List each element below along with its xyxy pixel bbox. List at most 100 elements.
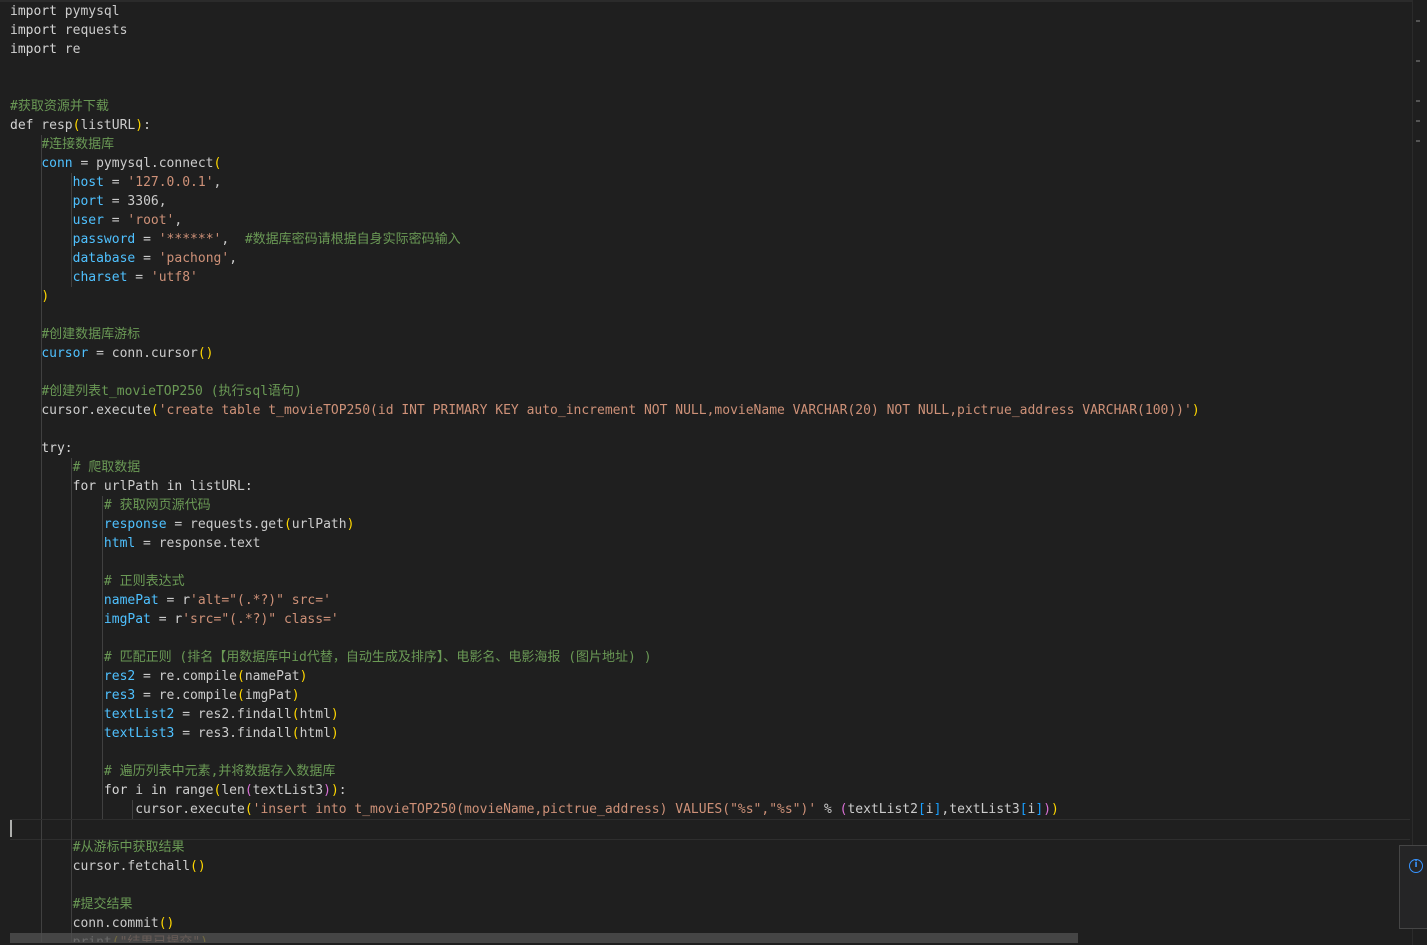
code-line[interactable]: #创建列表t_movieTOP250 (执行sql语句) — [10, 382, 1410, 401]
code-token: ) — [299, 669, 308, 684]
code-line[interactable]: # 爬取数据 — [10, 458, 1410, 477]
code-token: 'create table t_movieTOP250(id INT PRIMA… — [158, 403, 1192, 418]
indent-guide — [132, 800, 134, 819]
code-token: user — [72, 213, 104, 228]
indent-guide — [40, 135, 42, 154]
code-line[interactable]: cursor = conn.cursor() — [10, 344, 1410, 363]
horizontal-scrollbar-thumb[interactable] — [10, 933, 1078, 943]
code-token: i — [127, 783, 151, 798]
code-area[interactable]: import pymysql import requests import re #获… — [10, 2, 1410, 942]
code-line[interactable] — [10, 876, 1410, 895]
code-line[interactable]: #连接数据库 — [10, 135, 1410, 154]
code-token: i — [925, 802, 934, 817]
text-cursor — [10, 820, 12, 837]
code-line[interactable]: port = 3306, — [10, 192, 1410, 211]
code-line[interactable]: password = '******', #数据库密码请根据自身实际密码输入 — [10, 230, 1410, 249]
indent-guide — [71, 534, 73, 553]
code-token: #提交结果 — [72, 897, 133, 912]
code-line[interactable]: charset = 'utf8' — [10, 268, 1410, 287]
code-line[interactable] — [10, 743, 1410, 762]
code-line[interactable] — [10, 629, 1410, 648]
indent-guide — [71, 895, 73, 914]
indent-guide — [40, 458, 42, 477]
notification-panel[interactable]: i — [1399, 845, 1427, 929]
code-line[interactable]: # 匹配正则 (排名【用数据库中id代替，自动生成及排序】、电影名、电影海报 (… — [10, 648, 1410, 667]
current-line-highlight — [10, 819, 1410, 840]
code-line[interactable]: def resp(listURL): — [10, 116, 1410, 135]
code-line[interactable]: ) — [10, 287, 1410, 306]
code-token: # 匹配正则 (排名【用数据库中id代替，自动生成及排序】、电影名、电影海报 (… — [103, 650, 652, 665]
code-token: , — [213, 175, 222, 190]
code-token: ) — [323, 783, 331, 798]
code-line[interactable]: conn = pymysql.connect( — [10, 154, 1410, 173]
code-line[interactable]: cursor.execute('insert into t_movieTOP25… — [10, 800, 1410, 819]
code-token: ) — [291, 688, 300, 703]
code-line[interactable]: # 正则表达式 — [10, 572, 1410, 591]
code-token: # 正则表达式 — [103, 574, 185, 589]
code-line[interactable]: import re — [10, 40, 1410, 59]
code-line[interactable]: textList3 = res3.findall(html) — [10, 724, 1410, 743]
vertical-scrollbar[interactable] — [1412, 0, 1427, 945]
code-line[interactable]: cursor.execute('create table t_movieTOP2… — [10, 401, 1410, 420]
code-line[interactable]: import requests — [10, 21, 1410, 40]
code-token: ] — [1035, 802, 1044, 817]
code-line[interactable]: imgPat = r'src="(.*?)" class=' — [10, 610, 1410, 629]
code-line[interactable]: user = 'root', — [10, 211, 1410, 230]
code-line[interactable]: for urlPath in listURL: — [10, 477, 1410, 496]
code-line[interactable]: #获取资源并下载 — [10, 97, 1410, 116]
code-line[interactable] — [10, 59, 1410, 78]
indent-guide — [71, 268, 73, 287]
code-line[interactable] — [10, 420, 1410, 439]
code-token: import — [10, 42, 57, 57]
code-token: ( — [244, 802, 253, 817]
code-line[interactable]: # 遍历列表中元素,并将数据存入数据库 — [10, 762, 1410, 781]
code-line[interactable]: #从游标中获取结果 — [10, 838, 1410, 857]
code-line[interactable]: res2 = re.compile(namePat) — [10, 667, 1410, 686]
code-line[interactable] — [10, 363, 1410, 382]
indent-guide — [40, 515, 42, 534]
indent-guide — [40, 192, 42, 211]
code-line[interactable] — [10, 553, 1410, 572]
code-line[interactable]: #提交结果 — [10, 895, 1410, 914]
indent-guide — [101, 800, 103, 819]
code-line[interactable]: #创建数据库游标 — [10, 325, 1410, 344]
code-line[interactable]: response = requests.get(urlPath) — [10, 515, 1410, 534]
indent-guide — [71, 914, 73, 933]
code-line[interactable] — [10, 306, 1410, 325]
code-line[interactable]: database = 'pachong', — [10, 249, 1410, 268]
code-line[interactable]: # 获取网页源代码 — [10, 496, 1410, 515]
code-token: ) — [330, 726, 339, 741]
code-token: host — [72, 175, 104, 190]
code-token: = requests.get — [166, 517, 284, 532]
code-token: = — [103, 213, 128, 228]
code-line[interactable]: import pymysql — [10, 2, 1410, 21]
code-line[interactable]: textList2 = res2.findall(html) — [10, 705, 1410, 724]
code-line[interactable]: host = '127.0.0.1', — [10, 173, 1410, 192]
code-line[interactable]: conn.commit() — [10, 914, 1410, 933]
indent-guide — [40, 667, 42, 686]
code-editor[interactable]: import pymysql import requests import re #获… — [0, 0, 1427, 945]
code-token: resp — [33, 118, 73, 133]
code-line[interactable]: res3 = re.compile(imgPat) — [10, 686, 1410, 705]
code-token: ) — [330, 707, 339, 722]
code-token: = response.text — [135, 536, 261, 551]
code-token: for — [72, 479, 97, 494]
code-line[interactable]: for i in range(len(textList3)): — [10, 781, 1410, 800]
code-token: ) — [1043, 802, 1052, 817]
code-line[interactable]: cursor.fetchall() — [10, 857, 1410, 876]
code-line[interactable]: html = response.text — [10, 534, 1410, 553]
info-icon[interactable]: i — [1409, 859, 1423, 873]
code-line[interactable] — [10, 78, 1410, 97]
code-line[interactable]: try: — [10, 439, 1410, 458]
code-token: listURL: — [182, 479, 253, 494]
code-token: 'insert into t_movieTOP250(movieName,pic… — [252, 802, 817, 817]
indent-guide — [40, 287, 42, 306]
code-line[interactable] — [10, 819, 1410, 840]
indent-guide — [40, 534, 42, 553]
code-token: #创建数据库游标 — [41, 327, 141, 342]
indent-guide — [71, 496, 73, 515]
code-line[interactable]: namePat = r'alt="(.*?)" src=' — [10, 591, 1410, 610]
